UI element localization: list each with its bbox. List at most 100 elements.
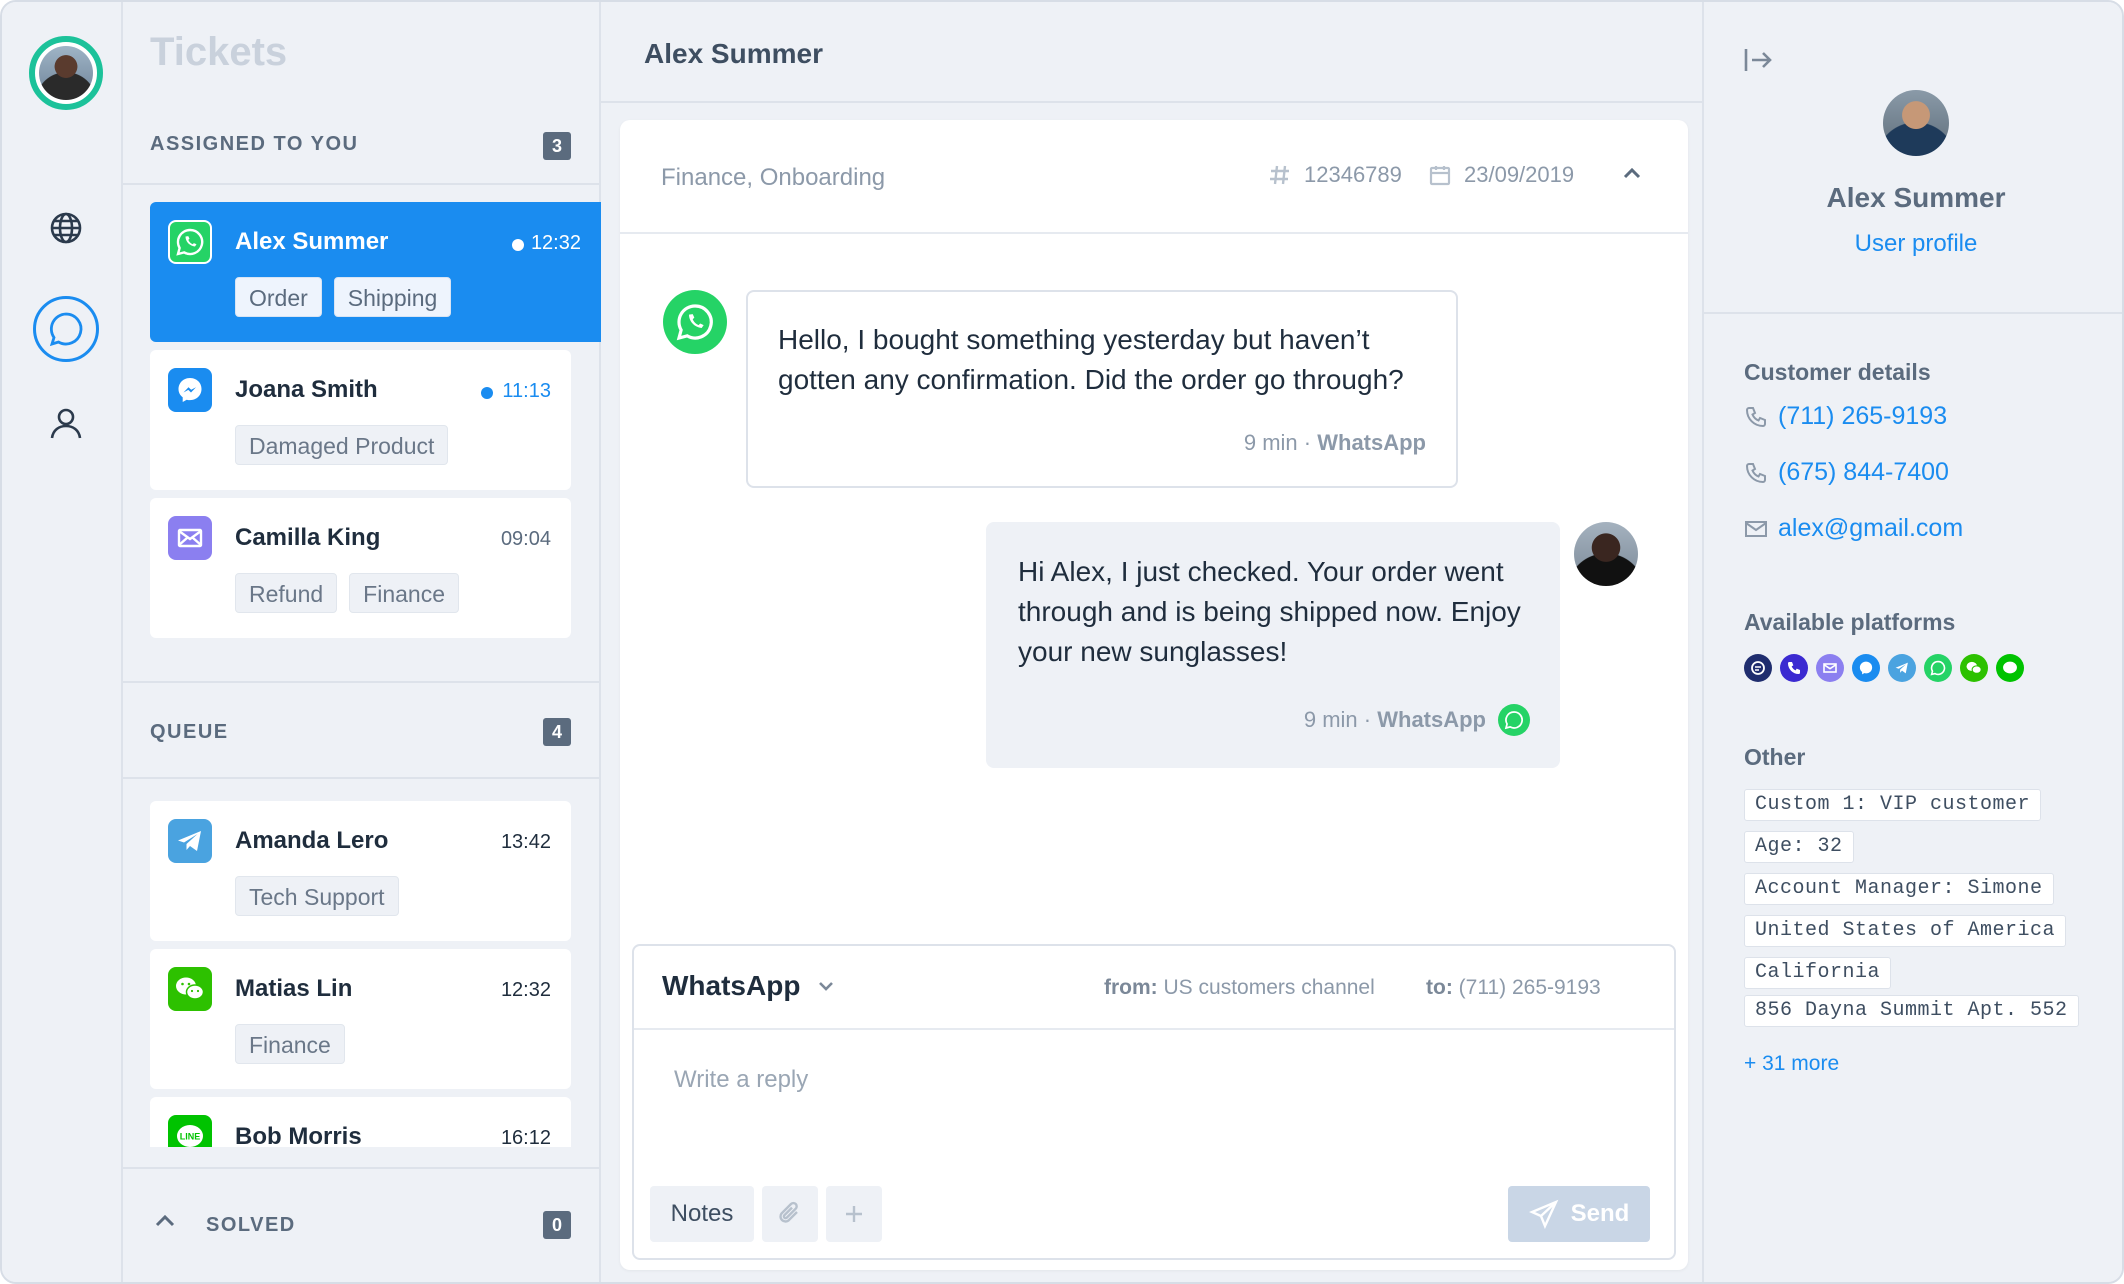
to-number: to: (711) 265-9193	[1426, 976, 1601, 1000]
unread-dot	[512, 239, 524, 251]
user-profile-link[interactable]: User profile	[1704, 230, 2122, 258]
send-label: Send	[1570, 1200, 1630, 1227]
ticket-card-joana-smith[interactable]: Joana Smith 11:13 Damaged Product	[150, 350, 571, 490]
other-title: Other	[1744, 744, 1806, 770]
message-channel: WhatsApp	[1317, 430, 1426, 455]
solved-section-header[interactable]: SOLVED 0	[123, 1167, 599, 1282]
ticket-name: Matias Lin	[235, 975, 353, 1002]
reply-composer: WhatsApp from: US customers channel to: …	[632, 944, 1676, 1260]
add-button[interactable]	[826, 1186, 882, 1242]
ticket-time: 12:32	[530, 232, 581, 254]
paperclip-icon	[779, 1201, 798, 1223]
reply-input[interactable]	[674, 1066, 1624, 1126]
ticket-card-amanda-lero[interactable]: Amanda Lero 13:42 Tech Support	[150, 801, 571, 941]
ticket-name: Bob Morris	[235, 1123, 362, 1147]
queue-count-badge: 4	[543, 718, 571, 746]
collapse-chevron-icon[interactable]	[1620, 162, 1644, 186]
customer-details-title: Customer details	[1744, 359, 1931, 385]
incoming-message: Hello, I bought something yesterday but …	[746, 290, 1458, 488]
agent-avatar	[1574, 522, 1638, 586]
phone-link[interactable]: (675) 844-7400	[1744, 458, 1949, 487]
phone-icon	[1745, 462, 1766, 483]
channel-select[interactable]: WhatsApp	[662, 970, 836, 1002]
assigned-section-header[interactable]: ASSIGNED TO YOU 3	[123, 103, 599, 185]
message-meta: 9 min · WhatsApp	[1243, 430, 1426, 455]
solved-label: SOLVED	[206, 1214, 296, 1236]
ticket-name: Camilla King	[235, 524, 381, 551]
tickets-panel: Tickets ASSIGNED TO YOU 3 Alex Summer 12…	[123, 2, 601, 1282]
send-icon	[1528, 1199, 1559, 1229]
messenger-icon	[1852, 654, 1880, 682]
collapse-panel-icon[interactable]	[1742, 44, 1774, 76]
app-window: Tickets ASSIGNED TO YOU 3 Alex Summer 12…	[0, 0, 2124, 1284]
ticket-name: Amanda Lero	[235, 827, 389, 854]
chevron-down-icon	[819, 982, 834, 991]
ticket-tag: Shipping	[333, 277, 452, 317]
send-button[interactable]: Send	[1508, 1186, 1650, 1242]
customer-name: Alex Summer	[1826, 182, 2006, 213]
composer-header: WhatsApp from: US customers channel to: …	[634, 946, 1674, 1030]
phone-value: (675) 844-7400	[1778, 458, 1949, 486]
queue-section-header[interactable]: QUEUE 4	[123, 681, 599, 779]
agent-avatar[interactable]	[29, 36, 103, 110]
ticket-card-camilla-king[interactable]: Camilla King 09:04 Refund Finance	[150, 498, 571, 638]
wechat-icon	[1960, 654, 1988, 682]
assigned-count-badge: 3	[543, 132, 571, 160]
available-platforms-title: Available platforms	[1744, 609, 1956, 635]
line-icon	[1996, 654, 2024, 682]
line-icon: LINE	[168, 1115, 212, 1147]
message-ago: 9 min	[1303, 707, 1358, 732]
show-more-link[interactable]: + 31 more	[1744, 1052, 1839, 1076]
left-rail	[2, 2, 123, 1282]
ticket-card-bob-morris[interactable]: LINE Bob Morris 16:12	[150, 1097, 571, 1147]
attribute-chip: California	[1744, 957, 1892, 989]
email-icon	[168, 516, 212, 560]
queue-label: QUEUE	[150, 721, 229, 743]
ticket-time: 12:32	[500, 979, 551, 1001]
ticket-tag: Finance	[235, 1024, 345, 1064]
ticket-meta-bar: Finance, Onboarding 12346789 23/09/2019	[620, 120, 1688, 234]
conversation-panel: Alex Summer Finance, Onboarding 12346789…	[601, 2, 1702, 1282]
user-icon[interactable]	[33, 390, 99, 456]
ticket-card-matias-lin[interactable]: Matias Lin 12:32 Finance	[150, 949, 571, 1089]
email-icon	[1816, 654, 1844, 682]
chat-icon[interactable]	[33, 296, 99, 362]
ticket-id-value: 12346789	[1304, 162, 1402, 187]
unread-dot	[481, 387, 493, 399]
phone-link[interactable]: (711) 265-9193	[1744, 402, 1947, 431]
ticket-card-alex-summer[interactable]: Alex Summer 12:32 Order Shipping	[150, 202, 601, 342]
ticket-name: Joana Smith	[235, 376, 378, 403]
to-label: to:	[1426, 976, 1453, 999]
attach-button[interactable]	[762, 1186, 818, 1242]
outgoing-message: Hi Alex, I just checked. Your order went…	[986, 522, 1560, 768]
ticket-id: 12346789	[1268, 162, 1402, 188]
ticket-name: Alex Summer	[235, 228, 389, 255]
message-channel: WhatsApp	[1377, 707, 1486, 732]
phone-icon	[1745, 406, 1766, 427]
email-link[interactable]: alex@gmail.com	[1744, 514, 1963, 543]
channel-select-value: WhatsApp	[662, 970, 801, 1001]
telegram-icon	[168, 819, 212, 863]
assigned-label: ASSIGNED TO YOU	[150, 133, 359, 155]
attribute-chip: Age: 32	[1744, 831, 1854, 863]
email-icon	[1745, 520, 1767, 537]
conversation-title: Alex Summer	[644, 38, 823, 69]
ticket-time: 11:13	[502, 380, 551, 402]
globe-icon[interactable]	[33, 195, 99, 261]
ticket-time: 09:04	[500, 528, 551, 550]
chevron-up-icon	[155, 1214, 175, 1227]
ticket-tag: Finance	[349, 573, 459, 613]
ticket-date: 23/09/2019	[1428, 162, 1574, 188]
attribute-chip: United States of America	[1744, 915, 2067, 947]
ticket-tag: Order	[235, 277, 322, 317]
calendar-icon	[1429, 166, 1451, 186]
plus-icon	[846, 1206, 862, 1222]
attribute-chip: Custom 1: VIP customer	[1744, 789, 2042, 821]
svg-text:LINE: LINE	[180, 1132, 201, 1142]
ticket-tag: Damaged Product	[235, 425, 449, 465]
whatsapp-icon	[663, 290, 727, 354]
platform-list	[1744, 654, 2024, 682]
from-channel: from: US customers channel	[1104, 976, 1375, 1000]
notes-button[interactable]: Notes	[650, 1186, 754, 1242]
solved-count-badge: 0	[543, 1211, 571, 1239]
